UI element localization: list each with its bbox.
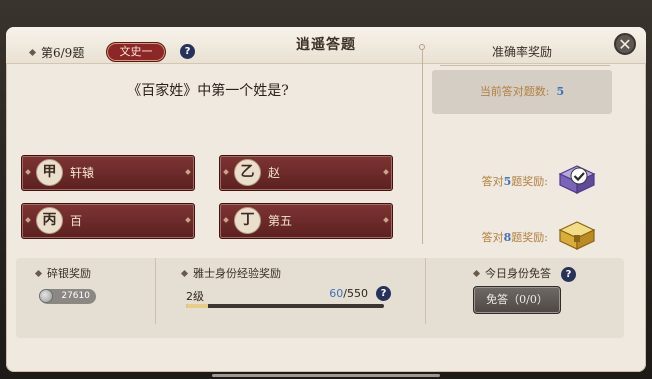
question-help-icon[interactable]: ? (180, 44, 195, 59)
exempt-help-icon[interactable]: ? (561, 267, 576, 282)
exempt-title: 今日身份免答 (472, 266, 551, 282)
exp-progress-text: 60/550 (316, 287, 368, 300)
answer-label: 轩辕 (70, 166, 95, 180)
category-badge: 文史一 (106, 42, 166, 62)
current-correct-label: 当前答对题数: (479, 85, 550, 98)
answer-label: 第五 (268, 214, 293, 228)
diamond-icon (34, 269, 43, 277)
purple-chest-icon[interactable] (557, 162, 597, 194)
exp-reward-label: 雅士身份经验奖励 (193, 267, 281, 280)
ornament-icon (25, 217, 31, 223)
answer-seal-icon: 丁 (234, 207, 261, 234)
exp-help-icon[interactable]: ? (376, 286, 391, 301)
accuracy-underline (440, 65, 610, 66)
answer-label: 百 (70, 214, 83, 228)
answer-seal-icon: 丙 (36, 207, 63, 234)
reward-row-8: 答对8题奖励: (448, 229, 548, 245)
exp-reward-title: 雅士身份经验奖励 (180, 266, 281, 282)
diamond-icon (472, 269, 481, 277)
identity-level: 2级 (186, 290, 204, 303)
ornament-icon (25, 169, 31, 175)
answer-option-a[interactable]: 甲 轩辕 (21, 155, 195, 191)
question-progress: 第6/9题 (28, 43, 85, 63)
ornament-icon (223, 169, 229, 175)
ornament-icon (185, 169, 191, 175)
bottom-scroll-handle (212, 374, 440, 377)
exp-current: 60 (329, 287, 344, 300)
answer-option-c[interactable]: 丙 百 (21, 203, 195, 239)
dialog-title: 逍遥答题 (296, 37, 356, 53)
diamond-icon (28, 48, 37, 57)
reward-suffix: 题奖励: (511, 175, 548, 188)
exempt-label: 今日身份免答 (485, 267, 551, 280)
panel-divider (422, 48, 423, 244)
current-correct-value: 5 (556, 85, 565, 98)
gold-chest-icon[interactable] (557, 218, 597, 250)
ornament-icon (185, 217, 191, 223)
current-correct-box: 当前答对题数: 5 (432, 70, 612, 114)
section-divider (155, 258, 156, 324)
accuracy-title: 准确率奖励 (491, 45, 552, 59)
answer-seal-icon: 甲 (36, 159, 63, 186)
reward-prefix: 答对 (481, 175, 504, 188)
reward-row-5: 答对5题奖励: (448, 173, 548, 189)
exp-progress-bar (186, 304, 384, 308)
reward-prefix: 答对 (481, 231, 504, 244)
reward-suffix: 题奖励: (511, 231, 548, 244)
ornament-icon (223, 217, 229, 223)
answer-option-d[interactable]: 丁 第五 (219, 203, 393, 239)
silver-reward-label: 碎银奖励 (47, 267, 91, 280)
divider-knob-icon (419, 44, 425, 50)
ornament-icon (383, 217, 389, 223)
question-text: 《百家姓》中第一个姓是? (127, 83, 289, 99)
diamond-icon (180, 269, 189, 277)
close-button[interactable]: ✕ (614, 33, 636, 55)
question-progress-text: 第6/9题 (41, 46, 85, 60)
answer-label: 赵 (268, 166, 281, 180)
exempt-answer-button[interactable]: 免答（0/0） (473, 286, 561, 314)
section-divider (425, 258, 426, 324)
answer-seal-icon: 乙 (234, 159, 261, 186)
silver-reward-title: 碎银奖励 (34, 266, 91, 282)
exp-total: /550 (343, 287, 368, 300)
ornament-icon (383, 169, 389, 175)
answer-option-b[interactable]: 乙 赵 (219, 155, 393, 191)
exp-progress-fill (186, 304, 208, 308)
silver-coin-icon (39, 289, 53, 303)
